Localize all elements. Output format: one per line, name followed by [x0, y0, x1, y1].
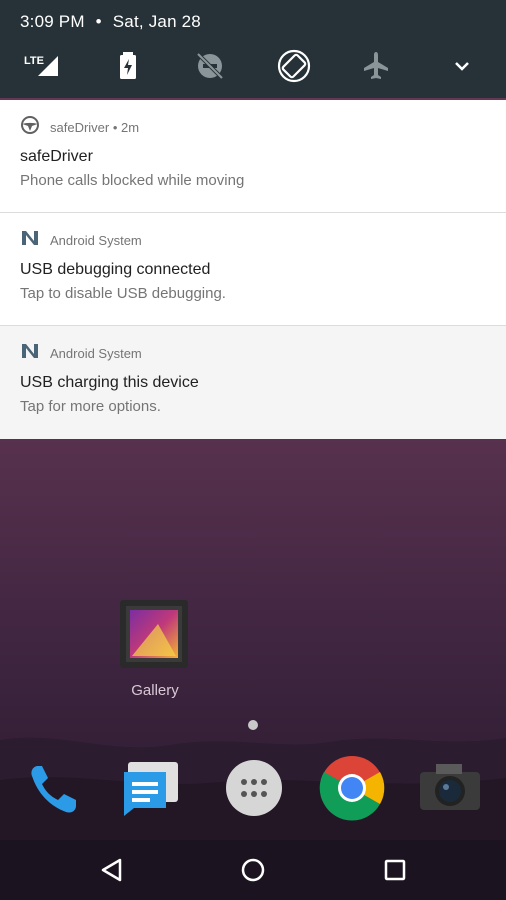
notification-shade-header: 3:09 PM • Sat, Jan 28 LTE [0, 0, 506, 98]
svg-text:LTE: LTE [24, 55, 44, 67]
notification-title: USB debugging connected [20, 261, 211, 278]
android-n-icon [20, 341, 40, 366]
airplane-mode-icon[interactable] [356, 46, 396, 86]
do-not-disturb-off-icon[interactable] [190, 46, 230, 86]
notification-text: Phone calls blocked while moving [20, 172, 245, 189]
navigation-bar [0, 840, 506, 900]
gallery-label: Gallery [131, 682, 179, 699]
gallery-app-icon[interactable] [118, 598, 190, 670]
app-drawer-icon[interactable] [220, 754, 288, 822]
notification-text: Tap for more options. [20, 398, 161, 415]
notification-app-name: safeDriver • 2m [50, 119, 140, 135]
status-date: Sat, Jan 28 [112, 12, 201, 31]
notification-app-name: Android System [50, 232, 142, 248]
messages-icon[interactable] [118, 754, 186, 822]
camera-icon[interactable] [416, 754, 484, 822]
auto-rotate-icon[interactable] [274, 46, 314, 86]
battery-charging-icon[interactable] [108, 46, 148, 86]
status-separator: • [95, 12, 102, 31]
notification-usb-debugging[interactable]: Android System USB debugging connected T… [0, 213, 506, 326]
notification-app-name: Android System [50, 345, 142, 361]
clock-date: 3:09 PM • Sat, Jan 28 [20, 12, 201, 32]
notification-title: safeDriver [20, 148, 93, 165]
steering-wheel-icon [20, 115, 40, 140]
status-time: 3:09 PM [20, 12, 85, 31]
back-icon[interactable] [90, 848, 134, 892]
notification-header: Android System [20, 343, 142, 362]
notification-safedriver[interactable]: safeDriver • 2m safeDriver Phone calls b… [0, 100, 506, 213]
recents-icon[interactable] [373, 848, 417, 892]
notification-header: safeDriver • 2m [20, 115, 140, 136]
chrome-icon[interactable] [318, 754, 386, 822]
notification-header: Android System [20, 230, 142, 249]
quick-settings-row: LTE [0, 46, 506, 86]
android-n-icon [20, 228, 40, 253]
expand-chevron-icon[interactable] [442, 46, 482, 86]
home-icon[interactable] [231, 848, 275, 892]
notification-usb-charging[interactable]: Android System USB charging this device … [0, 326, 506, 439]
notification-text: Tap to disable USB debugging. [20, 285, 226, 302]
notification-title: USB charging this device [20, 374, 199, 391]
phone-icon[interactable] [20, 754, 88, 822]
page-indicator-dot [248, 720, 258, 730]
lte-signal-icon[interactable]: LTE [20, 46, 60, 86]
